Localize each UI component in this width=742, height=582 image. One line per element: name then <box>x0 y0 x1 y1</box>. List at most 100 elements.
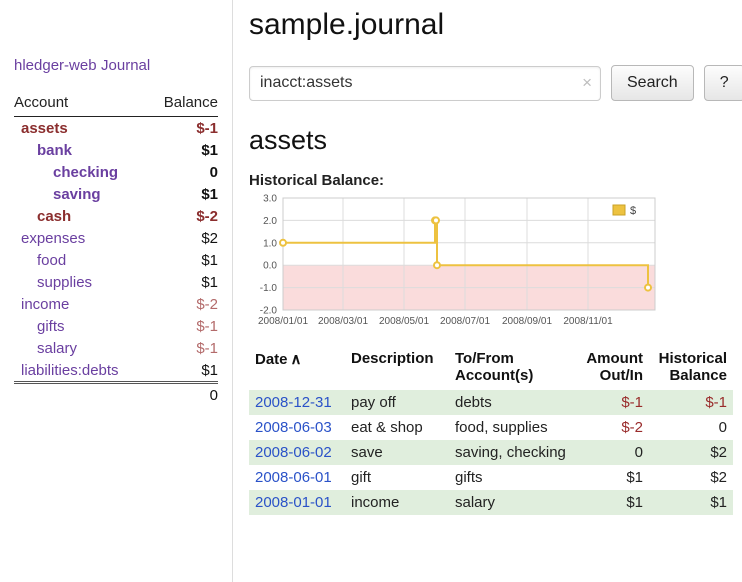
transaction-balance: $1 <box>649 490 733 515</box>
sidebar-account-salary[interactable]: salary <box>37 340 77 357</box>
account-row: assets $-1 <box>14 117 218 140</box>
sidebar-account-cash[interactable]: cash <box>37 208 71 225</box>
account-row: food $1 <box>14 249 218 271</box>
y-tick-label: -1.0 <box>260 283 278 294</box>
transaction-description: income <box>345 490 449 515</box>
clear-search-icon[interactable]: × <box>582 73 592 93</box>
y-tick-label: 2.0 <box>263 216 277 227</box>
register-header-date[interactable]: Date∧ <box>249 348 345 390</box>
sidebar-account-assets[interactable]: assets <box>21 120 68 137</box>
sidebar-account-expenses[interactable]: expenses <box>21 230 85 247</box>
data-point-marker <box>433 217 439 223</box>
transaction-date-cell: 2008-12-31 <box>249 390 345 415</box>
transaction-date-cell: 2008-01-01 <box>249 490 345 515</box>
sidebar-account-checking[interactable]: checking <box>53 164 118 181</box>
y-tick-label: 3.0 <box>263 194 277 205</box>
sidebar-account-supplies[interactable]: supplies <box>37 274 92 291</box>
register-header-row: Date∧ Description To/From Account(s) Amo… <box>249 348 733 390</box>
header-amount-line2: Out/In <box>583 367 643 384</box>
accounts-total-value: 0 <box>148 383 218 407</box>
transaction-accounts: salary <box>449 490 577 515</box>
sidebar-account-bank[interactable]: bank <box>37 142 72 159</box>
account-row: gifts $-1 <box>14 315 218 337</box>
register-header-balance: Historical Balance <box>649 348 733 390</box>
search-button[interactable]: Search <box>611 65 694 101</box>
transaction-amount: 0 <box>577 440 649 465</box>
sidebar-account-balance: $-1 <box>148 315 218 337</box>
account-row: supplies $1 <box>14 271 218 293</box>
account-row: income$-2 <box>14 293 218 315</box>
main-content: sample.journal × Search ? assets Histori… <box>233 0 742 582</box>
account-heading: assets <box>249 125 742 156</box>
header-balance-line2: Balance <box>655 367 727 384</box>
accounts-table: Account Balance assets $-1 bank $1 checking 0… <box>14 92 218 407</box>
app-title-link[interactable]: hledger-web <box>14 57 97 74</box>
register-row: 2008-06-03 eat & shopfood, supplies$-20 <box>249 415 733 440</box>
x-tick-label: 2008/05/01 <box>379 316 429 327</box>
transaction-balance: $-1 <box>649 390 733 415</box>
sidebar-account-balance: $1 <box>148 183 218 205</box>
transaction-description: pay off <box>345 390 449 415</box>
account-row: salary$-1 <box>14 337 218 359</box>
transaction-date-cell: 2008-06-03 <box>249 415 345 440</box>
sidebar-account-gifts[interactable]: gifts <box>37 318 65 335</box>
header-accounts-line1: To/From <box>455 350 571 367</box>
accounts-header-balance: Balance <box>148 92 218 117</box>
transaction-amount: $1 <box>577 465 649 490</box>
journal-link[interactable]: Journal <box>101 57 150 74</box>
sidebar-account-income[interactable]: income <box>21 296 69 313</box>
historical-balance-chart[interactable]: 3.02.01.00.0-1.0-2.02008/01/012008/03/01… <box>249 194 661 336</box>
sidebar-account-balance: 0 <box>148 161 218 183</box>
transaction-description: gift <box>345 465 449 490</box>
account-row: bank $1 <box>14 139 218 161</box>
x-tick-label: 2008/11/01 <box>563 316 613 327</box>
transaction-balance: $2 <box>649 440 733 465</box>
page-title: sample.journal <box>249 8 742 42</box>
sidebar-account-liabilities-debts[interactable]: liabilities:debts <box>21 362 119 379</box>
header-amount-line1: Amount <box>583 350 643 367</box>
transaction-accounts: food, supplies <box>449 415 577 440</box>
sidebar-account-balance: $1 <box>148 271 218 293</box>
transaction-accounts: gifts <box>449 465 577 490</box>
transaction-balance: 0 <box>649 415 733 440</box>
header-date-label: Date <box>255 351 288 368</box>
data-point-marker <box>434 262 440 268</box>
legend-swatch <box>613 205 625 215</box>
search-input[interactable] <box>249 66 601 101</box>
chart-title: Historical Balance: <box>249 172 742 189</box>
transaction-date-link[interactable]: 2008-06-03 <box>255 419 332 436</box>
y-tick-label: 0.0 <box>263 261 277 272</box>
sidebar-account-balance: $1 <box>148 139 218 161</box>
sidebar-account-balance: $-2 <box>148 205 218 227</box>
transaction-date-cell: 2008-06-01 <box>249 465 345 490</box>
sidebar-account-balance: $-1 <box>148 117 218 140</box>
sidebar-account-food[interactable]: food <box>37 252 66 269</box>
header-balance-line1: Historical <box>655 350 727 367</box>
x-tick-label: 2008/07/01 <box>440 316 490 327</box>
transaction-description: eat & shop <box>345 415 449 440</box>
register-row: 2008-12-31pay offdebts$-1$-1 <box>249 390 733 415</box>
account-row: cash $-2 <box>14 205 218 227</box>
legend-label: $ <box>630 205 636 217</box>
transaction-amount: $-1 <box>577 390 649 415</box>
account-row: saving $1 <box>14 183 218 205</box>
account-row: liabilities:debts$1 <box>14 359 218 383</box>
transaction-balance: $2 <box>649 465 733 490</box>
transaction-date-link[interactable]: 2008-06-02 <box>255 444 332 461</box>
sidebar: hledger-web Journal Account Balance asse… <box>0 0 233 582</box>
transaction-date-link[interactable]: 2008-06-01 <box>255 469 332 486</box>
transaction-date-link[interactable]: 2008-01-01 <box>255 494 332 511</box>
sidebar-account-balance: $1 <box>148 249 218 271</box>
sidebar-account-saving[interactable]: saving <box>53 186 101 203</box>
account-row: checking 0 <box>14 161 218 183</box>
y-tick-label: 1.0 <box>263 238 277 249</box>
transaction-amount: $-2 <box>577 415 649 440</box>
transaction-accounts: saving, checking <box>449 440 577 465</box>
help-button[interactable]: ? <box>704 65 742 101</box>
accounts-header-row: Account Balance <box>14 92 218 117</box>
accounts-total-row: 0 <box>14 383 218 407</box>
search-box: × <box>249 66 601 101</box>
x-tick-label: 2008/09/01 <box>502 316 552 327</box>
transaction-date-link[interactable]: 2008-12-31 <box>255 394 332 411</box>
header-accounts-line2: Account(s) <box>455 367 571 384</box>
